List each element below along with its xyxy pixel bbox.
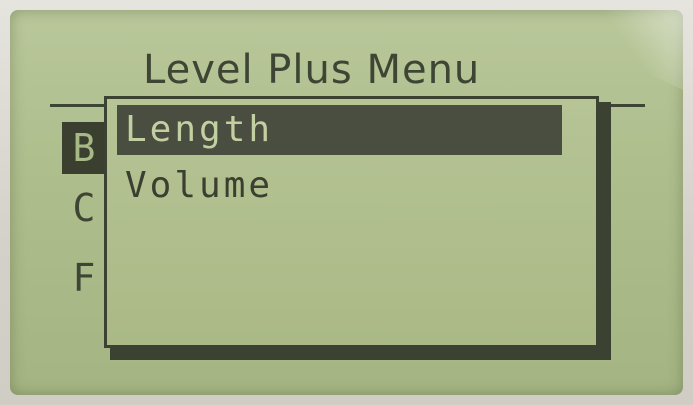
background-menu-item-b[interactable]: B [62,122,106,174]
popup-item-length[interactable]: Length [117,105,562,155]
background-menu-item-c[interactable]: C [62,182,106,234]
background-menu-item-f[interactable]: F [62,252,106,304]
menu-title: Level Plus Menu [143,47,481,93]
lcd-screen: Level Plus Menu B C F Length Volume [10,10,683,395]
popup-item-volume[interactable]: Volume [117,161,562,211]
screen-glare [583,10,683,90]
popup-menu: Length Volume [104,96,599,348]
background-menu-list: B C F [62,122,108,322]
